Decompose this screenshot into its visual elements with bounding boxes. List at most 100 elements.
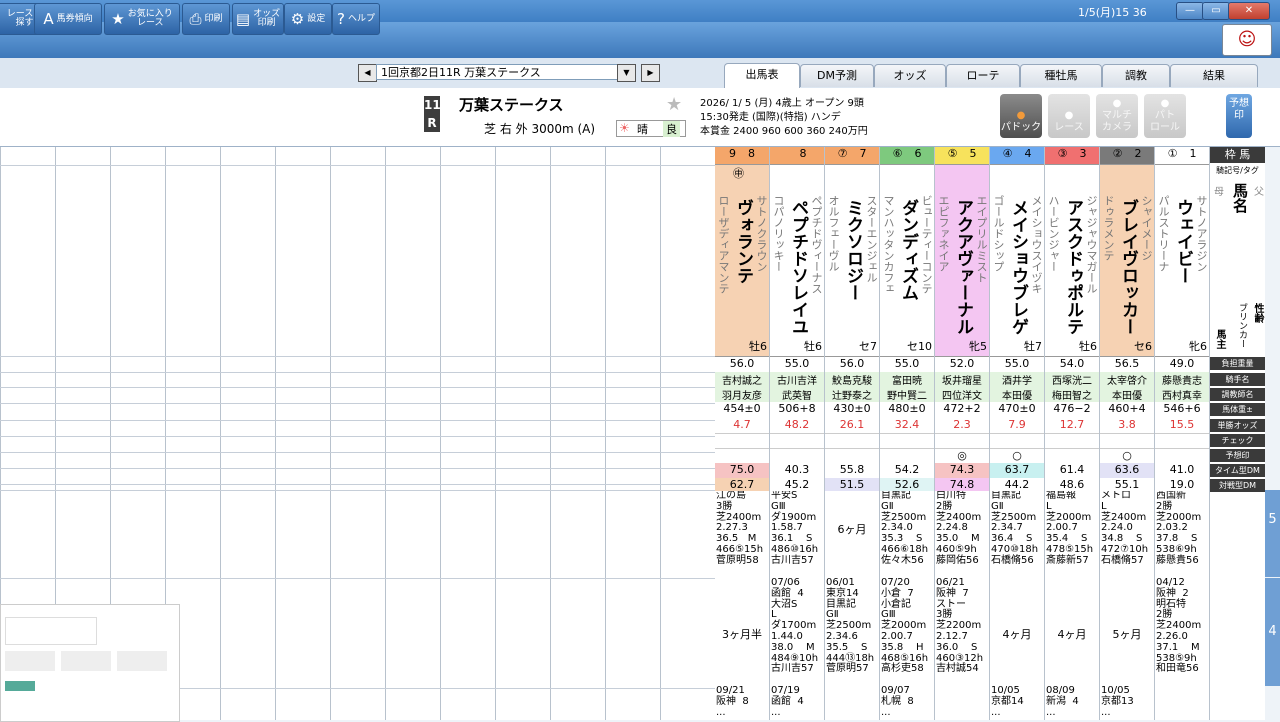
horse-column[interactable]: ⑦ 7 スターエンジェル オルフェーヴル ミクソロジー セ7 56.0 鮫島克駿 辻野泰之 430… (825, 147, 880, 720)
waku-header: ⑦7 (825, 147, 879, 165)
settings-button[interactable]: ⚙ 設定 (284, 3, 332, 35)
tab-3[interactable]: ローテ (946, 64, 1020, 87)
race-info-line3: 本賞金 2400 960 600 360 240万円 (700, 126, 868, 137)
body-weight: 472+2 (943, 402, 981, 415)
check-cell (825, 433, 879, 448)
tab-0[interactable]: 出馬表 (724, 63, 800, 88)
toolbar-label: お気に入り レース (127, 9, 173, 28)
horse-column[interactable]: ④ 4 メイショウスイヅキ ゴールドシップ メイショウブレゲ 牡7 55.0 酒井学 本田優 47… (990, 147, 1045, 720)
time-dm: 55.8 (825, 463, 879, 478)
horse-column[interactable]: ① 1 サトノアラジン パルストリーナ ウェイビー 牝6 49.0 藤懸貴志 西村真幸 546+6… (1155, 147, 1210, 720)
check-cell (935, 433, 989, 448)
win-odds: 48.2 (784, 418, 810, 431)
horse-name[interactable]: ミクソロジー (843, 199, 863, 301)
thumb-button-2[interactable] (61, 651, 111, 671)
interval-2: 4ヶ月 (1057, 628, 1087, 641)
carried-weight: 55.0 (770, 356, 824, 372)
multi-camera-button[interactable]: ● マルチ カメラ (1096, 94, 1138, 138)
print-button[interactable]: ⎙ 印刷 (182, 3, 230, 35)
win-odds: 2.3 (953, 418, 971, 431)
interval-1: 6ヶ月 (837, 523, 867, 536)
horse-name[interactable]: ダンディズム (898, 199, 918, 301)
horse-column[interactable]: ⑤ 5 エイプリルミスト エピファネイア アクアヴァーナル 牝5 52.0 坂井瑠星 四位洋文 4… (935, 147, 990, 720)
yoso-print-button[interactable]: 予想印 (1226, 94, 1252, 138)
jockey-name: 富田暁 (880, 372, 934, 387)
race-video-button[interactable]: ● レース (1048, 94, 1090, 138)
betting-trend-button[interactable]: A 馬券傾向 (34, 3, 102, 35)
horse-name[interactable]: ヴォランテ (733, 199, 753, 284)
grid-line (0, 578, 715, 579)
next-race-button[interactable]: ▶ (641, 64, 660, 82)
waku-header: ⑤5 (935, 147, 989, 165)
body-weight: 480±0 (888, 402, 926, 415)
time-dm: 63.6 (1100, 463, 1154, 478)
jockey-name: 酒井学 (990, 372, 1044, 387)
tab-2[interactable]: オッズ (874, 64, 946, 87)
waku-number: ① (1167, 147, 1178, 160)
jockey-name: 古川吉洋 (770, 372, 824, 387)
trainer-name: 武英智 (770, 387, 824, 402)
horse-column[interactable]: ⑥ 6 ビューティーコンテ マンハッタンカフェ ダンディズム セ10 55.0 富田暁 野中賢二… (880, 147, 935, 720)
waku-number: ⑦ (837, 147, 848, 160)
print-icon: ⎙ (189, 9, 202, 28)
dam-sire-name: パルストリーナ (1157, 195, 1170, 272)
prev-race-button[interactable]: ◀ (358, 64, 377, 82)
check-cell (1045, 433, 1099, 448)
horse-name[interactable]: メイショウブレゲ (1008, 199, 1028, 335)
betting-trend-icon: A (43, 9, 54, 28)
thumbnail-popup[interactable] (0, 604, 180, 722)
body-weight: 470±0 (998, 402, 1036, 415)
horse-column[interactable]: 9 8 ㊥サトノクラウン ローザディアマンテ ヴォランテ 牡6 56.0 吉村誠之 羽月友彦 45… (715, 147, 770, 720)
legend-row-label: タイム型DM (1210, 464, 1265, 477)
past-race-3: 08/09 新潟 4 ... (1046, 686, 1079, 718)
thumb-button-1[interactable] (5, 651, 55, 671)
favorite-star-icon[interactable]: ★ (666, 94, 682, 115)
grid-line (550, 147, 551, 720)
patrol-button[interactable]: ● パト ロール (1144, 94, 1186, 138)
time-dm: 41.0 (1155, 463, 1209, 478)
favorite-race-button[interactable]: ★ お気に入り レース (104, 3, 180, 35)
horse-column[interactable]: ③ 3 ジャジャウマガール ハービンジャー アスクドゥポルテ 牡6 54.0 西塚洸二 梅田智之… (1045, 147, 1100, 720)
paddock-button[interactable]: ● パドック (1000, 94, 1042, 138)
legend-row-label: 対戦型DM (1210, 479, 1265, 492)
trainer-name: 本田優 (990, 387, 1044, 402)
horse-column[interactable]: ② 2 シャイメージ ドゥラメンテ ブレイヴロッカー セ6 56.5 太宰啓介 本田優 460+4… (1100, 147, 1155, 720)
tab-1[interactable]: DM予測 (800, 64, 874, 87)
horse-name[interactable]: ブレイヴロッカー (1118, 199, 1138, 335)
horse-name[interactable]: ペプチドソレイユ (788, 199, 808, 335)
horse-name[interactable]: アクアヴァーナル (953, 199, 973, 335)
minimize-button[interactable]: — (1176, 2, 1204, 20)
play-icon: ● (1016, 110, 1026, 121)
horse-name[interactable]: ウェイビー (1173, 199, 1193, 284)
time-dm: 61.4 (1045, 463, 1099, 478)
waku-header: ②2 (1100, 147, 1154, 165)
check-cell (880, 433, 934, 448)
help-button[interactable]: ? ヘルプ (332, 3, 380, 35)
tab-4[interactable]: 種牡馬 (1020, 64, 1102, 87)
dam-sire-name: コパノリッキー (772, 195, 785, 272)
carried-weight: 52.0 (935, 356, 989, 372)
tab-6[interactable]: 結果 (1170, 64, 1258, 87)
versus-dm: 52.6 (880, 478, 934, 491)
play-icon: ● (1160, 98, 1170, 109)
star-icon: ★ (111, 9, 125, 28)
odds-print-button[interactable]: ▤ オッズ 印刷 (232, 3, 284, 35)
chevron-down-icon[interactable]: ▼ (617, 64, 636, 82)
thumb-logo (5, 681, 35, 691)
horse-name[interactable]: アスクドゥポルテ (1063, 199, 1083, 335)
play-icon: ● (1112, 98, 1122, 109)
legend-row-label: チェック (1210, 434, 1265, 447)
thumb-button-3[interactable] (117, 651, 167, 671)
horse-column[interactable]: 8 ペプチドヴィーナス コパノリッキー ペプチドソレイユ 牡6 55.0 古川吉洋 武英智 50… (770, 147, 825, 720)
tab-5[interactable]: 調教 (1102, 64, 1170, 87)
race-select[interactable]: 1回京都2日11R 万葉ステークス ▼ (376, 64, 636, 82)
maximize-button[interactable]: ▭ (1202, 2, 1230, 20)
close-button[interactable]: ✕ (1228, 2, 1270, 20)
interval-1 (770, 521, 824, 535)
jockey-name: 西塚洸二 (1045, 372, 1099, 387)
win-odds: 12.7 (1059, 418, 1085, 431)
avatar[interactable]: ☺ (1222, 24, 1272, 56)
weather-going: ☀ 晴 良 (616, 120, 686, 137)
legend-row-label: 予想印 (1210, 449, 1265, 462)
jockey-name: 鮫島克駿 (825, 372, 879, 387)
